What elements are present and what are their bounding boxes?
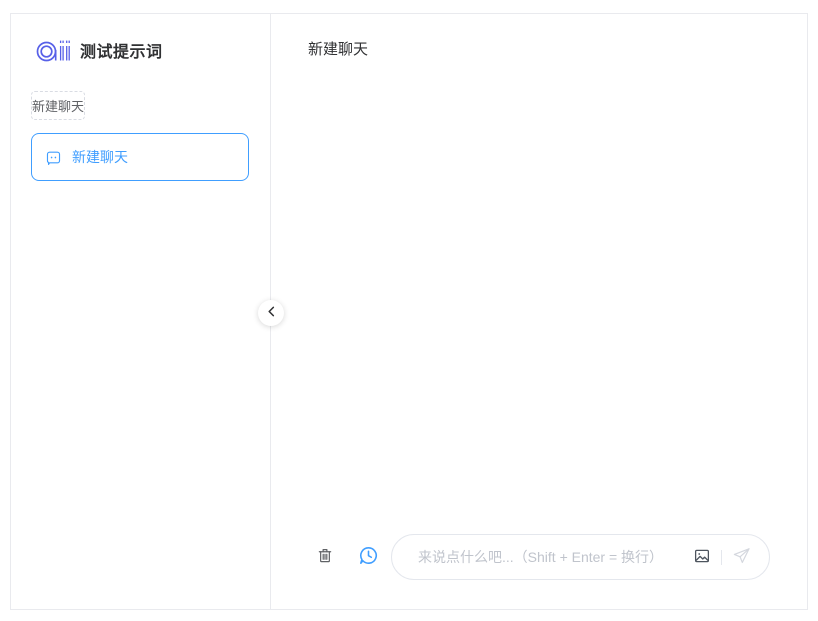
message-input-box <box>391 534 770 580</box>
chat-main: 新建聊天 <box>271 14 807 609</box>
message-input[interactable] <box>418 549 683 565</box>
session-item-active[interactable]: 新建聊天 <box>31 133 249 181</box>
send-button[interactable] <box>732 546 751 568</box>
session-item-label: 新建聊天 <box>72 147 128 167</box>
chat-bubble-icon <box>45 149 62 166</box>
upload-image-button[interactable] <box>693 547 711 568</box>
new-chat-button[interactable]: 新建聊天 <box>31 91 85 120</box>
clock-bubble-icon <box>358 545 379 569</box>
chat-header-title: 新建聊天 <box>271 14 807 59</box>
clear-chat-button[interactable] <box>316 546 334 568</box>
sidebar-collapse-button[interactable] <box>258 300 284 326</box>
composer-divider <box>721 550 722 565</box>
sidebar: 测试提示词 新建聊天 新建聊天 <box>11 14 271 609</box>
aii-logo-icon <box>36 36 70 64</box>
composer <box>271 534 807 580</box>
new-chat-button-label: 新建聊天 <box>32 96 84 115</box>
chevron-left-icon <box>266 304 277 322</box>
send-plane-icon <box>732 546 751 568</box>
input-actions <box>693 546 751 568</box>
logo-row: 测试提示词 <box>36 36 270 64</box>
image-icon <box>693 547 711 568</box>
history-button[interactable] <box>358 545 379 569</box>
app-title: 测试提示词 <box>80 38 163 62</box>
trash-icon <box>316 546 334 568</box>
app-window: 测试提示词 新建聊天 新建聊天 新建聊天 <box>10 13 808 610</box>
